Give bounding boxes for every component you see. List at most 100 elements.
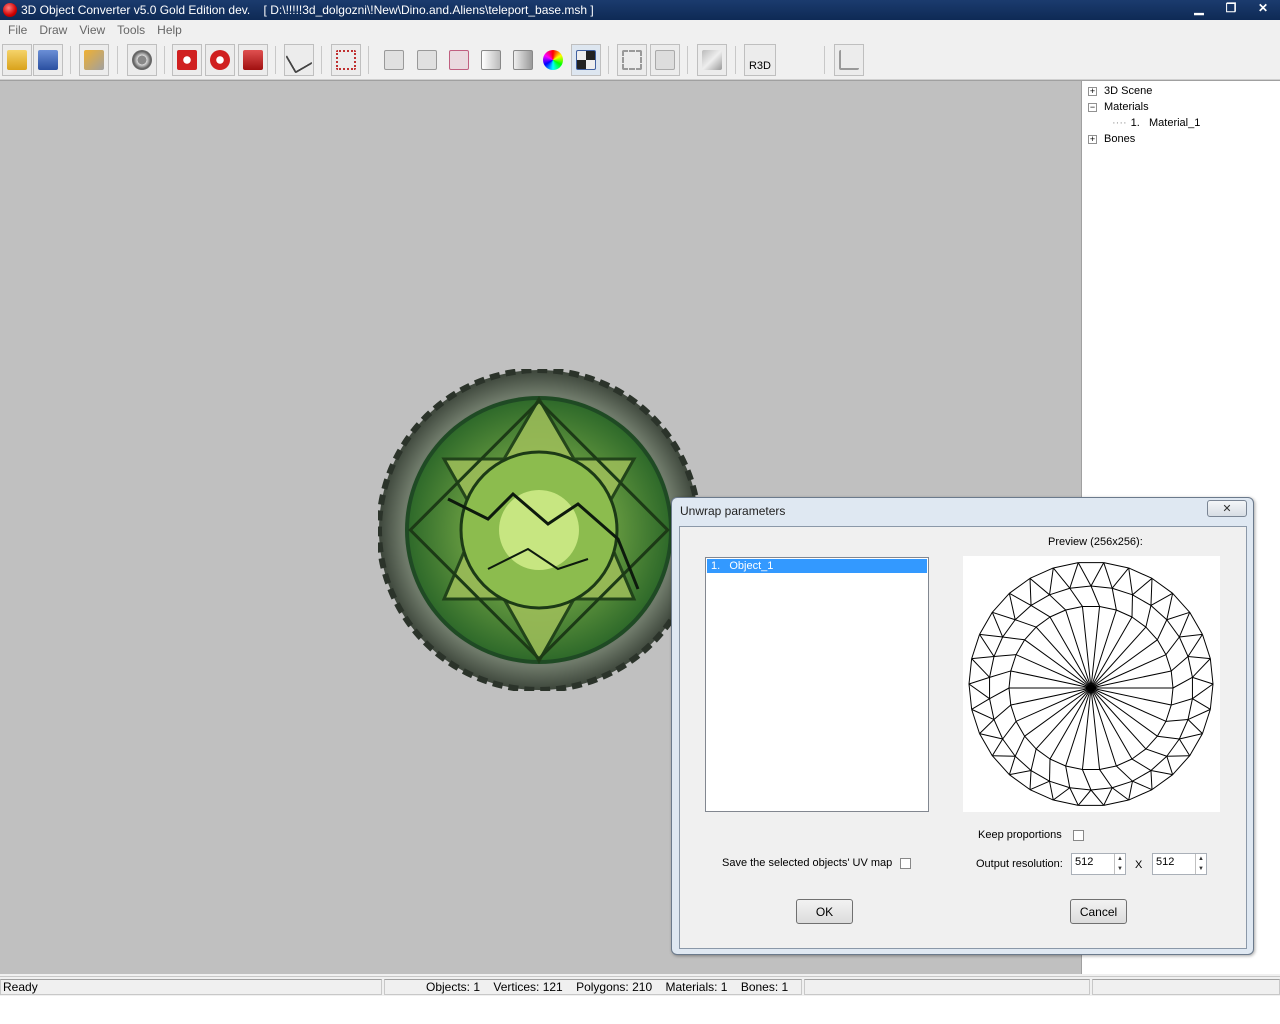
uv-edge <box>1014 605 1032 621</box>
tree-node-materials[interactable]: − Materials <box>1088 99 1149 115</box>
status-empty <box>804 979 1090 995</box>
plugin-button[interactable] <box>697 44 727 76</box>
object-list[interactable]: 1. Object_1 <box>705 557 929 812</box>
uv-edge <box>1099 769 1113 789</box>
save-button[interactable] <box>33 44 63 76</box>
uv-edge <box>979 733 993 756</box>
shaded-cube-icon <box>513 50 533 70</box>
open-file-button[interactable] <box>2 44 32 76</box>
hierarchy-button[interactable] <box>834 44 864 76</box>
uv-edge <box>1010 704 1017 722</box>
uv-edge <box>1166 738 1180 757</box>
uv-edge <box>979 634 995 657</box>
bones-button[interactable] <box>284 44 314 76</box>
uv-edge <box>1009 774 1031 791</box>
tree-connector: ···· <box>1112 117 1127 129</box>
uv-edge <box>1128 781 1133 801</box>
center-icon <box>655 50 675 70</box>
expand-icon[interactable]: + <box>1088 86 1097 96</box>
vertices-button[interactable] <box>331 44 361 76</box>
uv-edge <box>1090 654 1167 689</box>
uv-edge <box>1128 789 1153 801</box>
tree-node-3d-scene[interactable]: + 3D Scene <box>1088 83 1152 99</box>
settings-button[interactable] <box>127 44 157 76</box>
shaded-button[interactable] <box>508 44 538 76</box>
uv-edge <box>1192 658 1211 678</box>
solid-button[interactable] <box>476 44 506 76</box>
gear-icon <box>132 50 152 70</box>
uv-edge <box>1090 687 1167 722</box>
uv-edge <box>1015 654 1092 689</box>
uv-edge <box>989 670 1011 678</box>
convert-button[interactable] <box>79 44 109 76</box>
uv-edge <box>1201 634 1211 659</box>
menu-help[interactable]: Help <box>151 23 188 37</box>
uv-edge <box>1030 594 1050 606</box>
dialog-close-button[interactable]: ✕ <box>1207 500 1247 517</box>
uv-edge <box>1103 562 1129 569</box>
r3d-button[interactable]: R3D <box>744 44 776 76</box>
uv-edge <box>1090 787 1113 791</box>
rotate-left-button[interactable] <box>172 44 202 76</box>
uv-edge <box>1145 735 1158 750</box>
close-icon[interactable]: ✕ <box>1250 0 1276 16</box>
unwrap-dialog: Unwrap parameters ✕ 1. Object_1 Preview … <box>671 497 1254 955</box>
uv-edge <box>993 636 1004 657</box>
uv-edge <box>968 658 973 685</box>
menu-view[interactable]: View <box>73 23 111 37</box>
rotate-icon <box>177 50 197 70</box>
cube-icon <box>449 50 469 70</box>
uv-edge <box>979 719 995 734</box>
uv-edge <box>1172 755 1191 775</box>
expand-icon[interactable]: + <box>1088 134 1097 144</box>
list-item[interactable]: 1. Object_1 <box>707 559 927 573</box>
uv-edge <box>1099 605 1117 611</box>
bbox-icon <box>622 50 642 70</box>
uv-edge <box>1049 780 1070 789</box>
tree-node-bones[interactable]: + Bones <box>1088 131 1135 147</box>
view-top-button[interactable] <box>444 44 474 76</box>
collapse-icon[interactable]: − <box>1088 102 1097 112</box>
uv-edge <box>1145 748 1167 757</box>
width-spinner[interactable]: 512 ▲ ▼ <box>1071 853 1126 875</box>
uv-edge <box>1053 787 1071 801</box>
restore-icon[interactable]: ❐ <box>1218 0 1244 16</box>
height-spinner[interactable]: 512 ▲ ▼ <box>1152 853 1207 875</box>
tree-node-material-1[interactable]: ···· 1. Material_1 <box>1112 115 1200 131</box>
cube-icon <box>417 50 437 70</box>
cancel-button[interactable]: Cancel <box>1070 899 1127 924</box>
app-icon[interactable] <box>3 3 17 17</box>
menu-tools[interactable]: Tools <box>111 23 151 37</box>
colors-button[interactable] <box>538 44 568 76</box>
uv-edge <box>1069 787 1079 806</box>
view-side-button[interactable] <box>412 44 442 76</box>
status-bar: Ready Objects: 1 Vertices: 121 Polygons:… <box>0 976 1280 996</box>
spin-arrows-icon[interactable]: ▲ ▼ <box>1195 854 1206 874</box>
flip-button[interactable] <box>238 44 268 76</box>
toolbar-separator <box>321 46 322 74</box>
uv-edge <box>1178 738 1191 756</box>
uv-edge <box>1178 719 1189 740</box>
uv-edge <box>1015 619 1037 628</box>
texture-button[interactable] <box>571 44 601 76</box>
keep-proportions-checkbox[interactable] <box>1073 830 1084 841</box>
spin-arrows-icon[interactable]: ▲ ▼ <box>1114 854 1125 874</box>
tree-label-bones: Bones <box>1104 133 1136 145</box>
uv-edge <box>1065 765 1083 771</box>
save-uv-checkbox[interactable] <box>900 858 911 869</box>
uv-edge <box>1165 704 1172 722</box>
uv-edge <box>1150 755 1168 771</box>
bounding-box-button[interactable] <box>617 44 647 76</box>
uv-edge <box>1170 656 1189 672</box>
menu-draw[interactable]: Draw <box>33 23 73 37</box>
view-front-button[interactable] <box>379 44 409 76</box>
uv-edge <box>1065 605 1083 611</box>
menu-file[interactable]: File <box>2 23 33 37</box>
uv-edge <box>1131 616 1147 628</box>
uv-edge <box>1172 676 1193 689</box>
ok-button[interactable]: OK <box>796 899 853 924</box>
rotate-right-button[interactable] <box>205 44 235 76</box>
uv-edge <box>1111 588 1117 611</box>
minimize-icon[interactable]: ▁ <box>1186 0 1212 16</box>
center-button[interactable] <box>650 44 680 76</box>
